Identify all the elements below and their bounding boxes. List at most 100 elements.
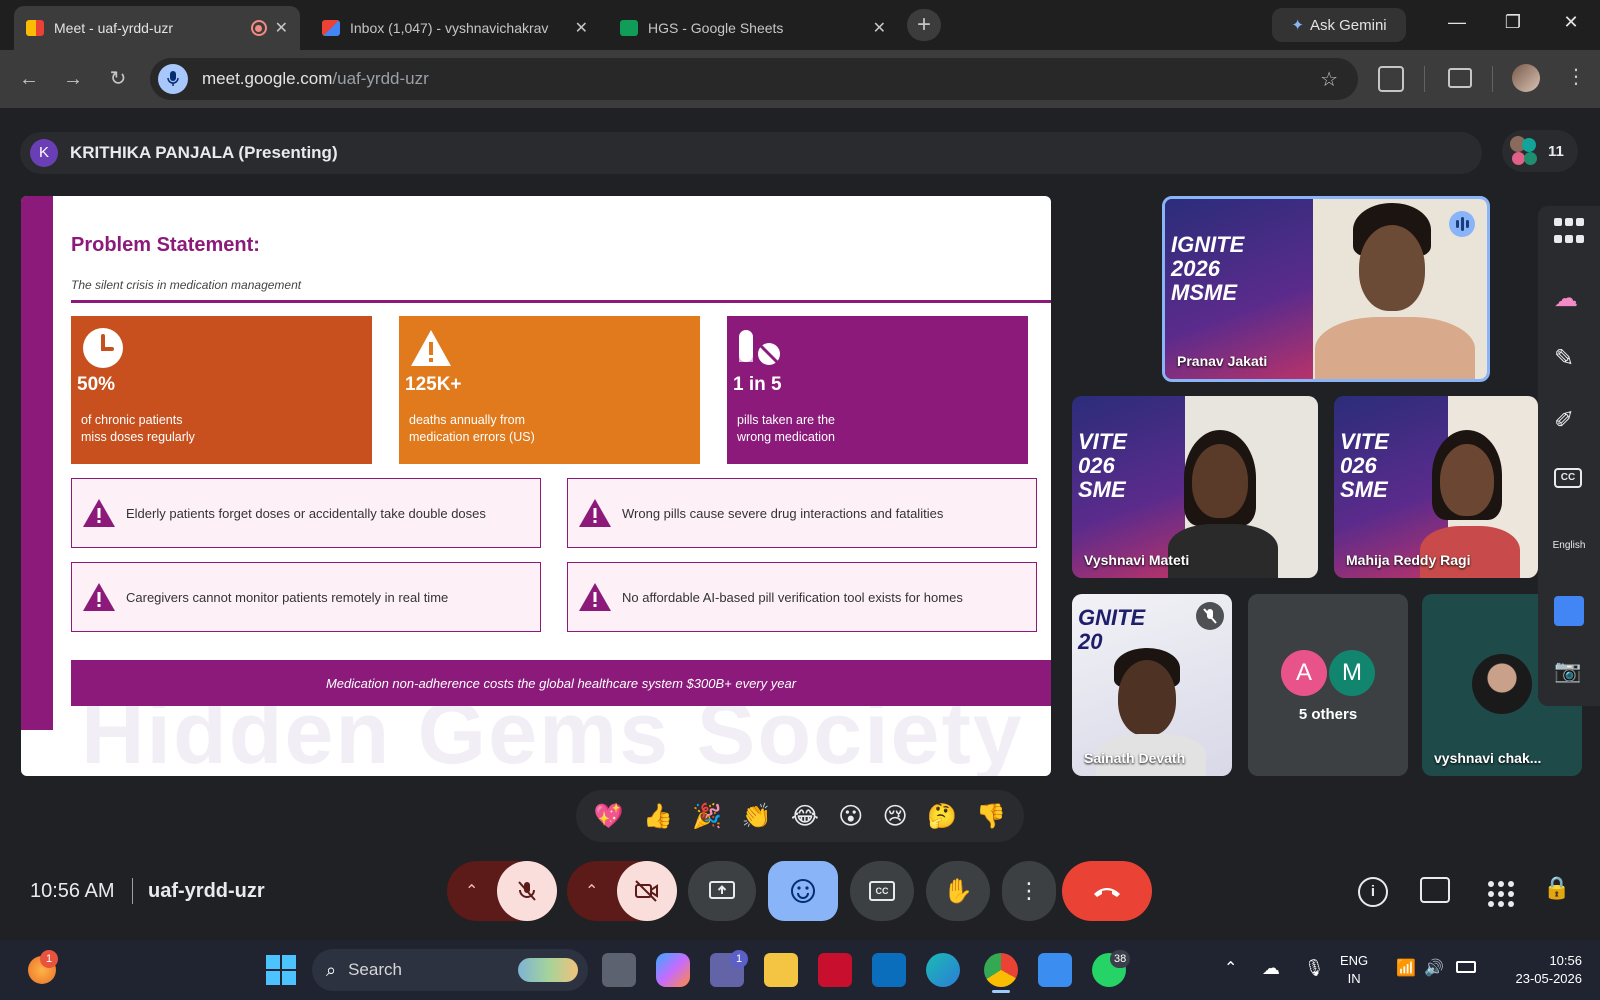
site-microphone-icon[interactable] <box>158 64 188 94</box>
start-button-icon[interactable] <box>266 955 296 985</box>
address-bar[interactable]: meet.google.com/uaf-yrdd-uzr ☆ <box>150 58 1358 100</box>
onedrive-icon[interactable]: ☁ <box>1262 958 1280 979</box>
new-tab-button[interactable]: + <box>907 9 941 41</box>
taskbar-search[interactable]: ⌕ Search <box>312 949 588 991</box>
copilot-app-icon[interactable] <box>656 953 690 987</box>
close-tab-icon[interactable]: ✕ <box>275 18 288 38</box>
close-tab-icon[interactable]: ✕ <box>575 18 588 38</box>
poster-text: IGNITE 2026 MSME <box>1171 232 1245 305</box>
chrome-icon[interactable] <box>984 953 1018 987</box>
event-poster-background: IGNITE 2026 MSME <box>1165 199 1314 379</box>
reaction-party-popper[interactable]: 🎉 <box>692 802 722 831</box>
reaction-laughing[interactable]: 😂 <box>791 802 819 831</box>
meeting-details-icon[interactable]: i <box>1358 877 1388 907</box>
participant-tile-pranav[interactable]: IGNITE 2026 MSME Pranav Jakati <box>1162 196 1490 382</box>
restore-icon[interactable]: ❐ <box>1498 12 1528 38</box>
reaction-crying[interactable]: 😢 <box>883 802 908 831</box>
hang-up-icon <box>1094 888 1120 897</box>
reaction-thumbs-down[interactable]: 👎 <box>976 802 1006 831</box>
participant-name: Pranav Jakati <box>1177 353 1268 369</box>
volume-icon[interactable]: 🔊 <box>1424 958 1444 978</box>
person-face <box>1192 444 1248 518</box>
participant-tile-vyshnavi-mateti[interactable]: VITE 026 SME Vyshnavi Mateti <box>1072 396 1318 578</box>
back-icon[interactable]: ← <box>14 64 44 94</box>
present-screen-button[interactable] <box>688 861 756 921</box>
camera-options-chevron-icon[interactable]: ⌃ <box>585 881 598 901</box>
leave-call-button[interactable] <box>1062 861 1152 921</box>
tab-inbox[interactable]: Inbox (1,047) - vyshnavichakrav ✕ <box>310 6 600 50</box>
reaction-clapping[interactable]: 👏 <box>742 802 772 831</box>
poster-text: VITE 026 SME <box>1078 429 1127 502</box>
mic-off-icon <box>518 881 536 901</box>
captions-icon[interactable]: CC <box>1554 468 1582 488</box>
forward-icon[interactable]: → <box>58 64 88 94</box>
mcafee-icon[interactable] <box>818 953 852 987</box>
search-icon: ⌕ <box>326 959 337 980</box>
activities-grid-icon[interactable] <box>1482 875 1516 909</box>
tab-title: Inbox (1,047) - vyshnavichakrav <box>350 20 549 36</box>
input-language[interactable]: ENG IN <box>1340 952 1368 988</box>
other-avatar: A <box>1281 650 1327 696</box>
poster-text: GNITE 20 <box>1078 605 1146 654</box>
warning-box: Elderly patients forget doses or acciden… <box>71 478 541 548</box>
close-tab-icon[interactable]: ✕ <box>873 18 886 38</box>
show-hidden-icons-chevron[interactable]: ⌃ <box>1224 958 1237 978</box>
dell-icon[interactable] <box>872 953 906 987</box>
reaction-sparkling-heart[interactable]: 💖 <box>594 802 624 831</box>
tab-meet[interactable]: Meet - uaf-yrdd-uzr ✕ <box>14 6 300 50</box>
weather-effects-icon[interactable]: ☁ <box>1554 284 1584 314</box>
stat-description: of chronic patients miss doses regularly <box>81 413 195 444</box>
tab-sheets[interactable]: HGS - Google Sheets ✕ <box>608 6 898 50</box>
participant-avatars-icon <box>1510 136 1540 166</box>
warning-text: No affordable AI-based pill verification… <box>622 589 963 605</box>
participant-tile-sainath[interactable]: GNITE 20 Sainath Devath <box>1072 594 1232 776</box>
camera-toggle-button[interactable] <box>617 861 677 921</box>
warning-text: Elderly patients forget doses or acciden… <box>126 505 486 521</box>
camera-snapshot-icon[interactable]: 📷 <box>1554 658 1584 688</box>
muted-mic-icon <box>1196 602 1224 630</box>
tab-search-icon[interactable] <box>1448 68 1472 88</box>
more-options-button[interactable]: ⋮ <box>1002 861 1056 921</box>
chat-icon[interactable] <box>1420 877 1450 903</box>
minimize-icon[interactable]: — <box>1442 12 1472 38</box>
chrome-active-indicator <box>992 990 1010 993</box>
apps-grid-icon[interactable] <box>1554 218 1584 248</box>
captions-button[interactable]: CC <box>850 861 914 921</box>
battery-icon[interactable] <box>1456 961 1476 973</box>
extensions-icon[interactable] <box>1378 66 1404 92</box>
host-controls-icon[interactable]: 🔒 <box>1540 875 1574 909</box>
bookmark-star-icon[interactable]: ☆ <box>1320 67 1338 92</box>
reaction-thumbs-up[interactable]: 👍 <box>643 802 673 831</box>
stat-card: 50% of chronic patients miss doses regul… <box>71 316 372 464</box>
google-docs-icon[interactable] <box>1554 596 1584 626</box>
profile-avatar[interactable] <box>1512 64 1540 92</box>
gemini-notes-icon[interactable]: ✎ <box>1554 344 1584 374</box>
participants-chip[interactable]: 11 <box>1502 130 1578 172</box>
system-clock[interactable]: 10:56 23-05-2026 <box>1512 952 1583 988</box>
wifi-icon[interactable]: 📶 <box>1396 958 1416 978</box>
edge-icon[interactable] <box>926 953 960 987</box>
participant-tile-mahija[interactable]: VITE 026 SME Mahija Reddy Ragi <box>1334 396 1538 578</box>
microsoft-store-icon[interactable] <box>1038 953 1072 987</box>
raise-hand-button[interactable]: ✋ <box>926 861 990 921</box>
browser-tab-bar: Meet - uaf-yrdd-uzr ✕ Inbox (1,047) - vy… <box>0 0 1600 50</box>
mic-options-chevron-icon[interactable]: ⌃ <box>465 881 478 901</box>
toolbar-divider <box>1424 66 1425 92</box>
mic-toggle-button[interactable] <box>497 861 557 921</box>
caption-language[interactable]: English <box>1544 540 1594 551</box>
reactions-button[interactable] <box>768 861 838 921</box>
whiteboard-icon[interactable]: ✐ <box>1554 406 1584 436</box>
whatsapp-badge: 38 <box>1110 950 1131 968</box>
ask-gemini-button[interactable]: ✦ Ask Gemini <box>1272 8 1406 42</box>
task-view-icon[interactable] <box>602 953 636 987</box>
others-tile[interactable]: A M 5 others <box>1248 594 1408 776</box>
file-explorer-icon[interactable] <box>764 953 798 987</box>
close-window-icon[interactable]: ✕ <box>1556 12 1586 38</box>
reaction-thinking[interactable]: 🤔 <box>927 802 957 831</box>
reload-icon[interactable]: ↻ <box>103 64 133 94</box>
presenter-label: KRITHIKA PANJALA (Presenting) <box>70 143 338 162</box>
reaction-surprised[interactable]: 😮 <box>838 802 863 831</box>
microphone-tray-icon[interactable]: 🎙 <box>1304 958 1324 978</box>
browser-menu-icon[interactable]: ⋮ <box>1566 64 1586 89</box>
stat-description: pills taken are the wrong medication <box>737 413 835 444</box>
